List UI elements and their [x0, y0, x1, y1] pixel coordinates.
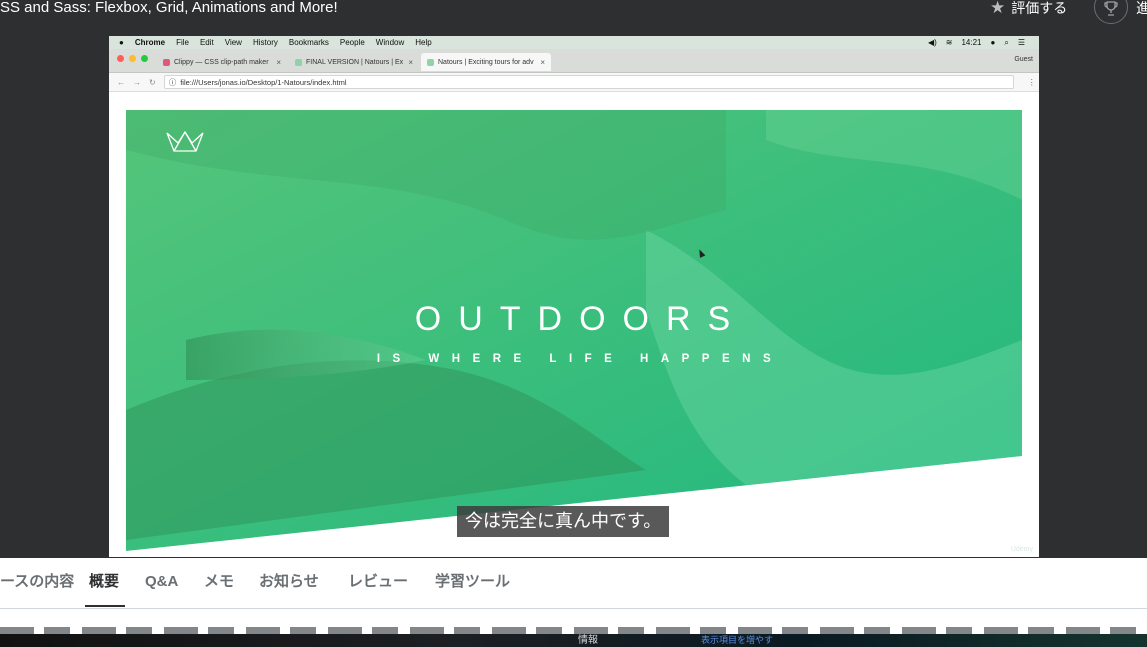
close-tab-icon: × — [276, 57, 281, 67]
zoom-window-icon — [141, 55, 148, 62]
menu-file: File — [176, 38, 189, 47]
browser-menu-icon: ⋮ — [1027, 77, 1036, 87]
reload-icon: ↻ — [149, 77, 156, 87]
menu-view: View — [224, 38, 242, 47]
course-tabs: ースの内容 概要 Q&A メモ お知らせ レビュー 学習ツール — [0, 558, 1147, 609]
progress-trophy-button[interactable] — [1094, 0, 1128, 24]
back-icon: ← — [117, 77, 125, 87]
menu-help: Help — [415, 38, 432, 47]
tab-reviews[interactable]: レビュー — [348, 572, 408, 592]
browser-tab-active: Natours | Exciting tours for adv × — [421, 53, 551, 71]
info-icon: ⓘ — [168, 77, 177, 87]
share-label[interactable]: 進 — [1136, 0, 1147, 16]
video-caption: 今は完全に真ん中です。 — [457, 506, 670, 537]
mac-menubar: ● Chrome File Edit View History Bookmark… — [109, 36, 1039, 49]
menu-window: Window — [375, 38, 405, 47]
screen-recording: ● Chrome File Edit View History Bookmark… — [109, 36, 1039, 557]
info-label: 情報 — [578, 635, 598, 646]
show-more-link[interactable]: 表示項目を増やす — [701, 634, 773, 646]
active-tab-indicator — [85, 605, 125, 607]
browser-toolbar: ← → ↻ ⓘ file:///Users/jonas.io/Desktop/1… — [109, 73, 1039, 92]
star-icon: ★ — [990, 0, 1006, 17]
rate-course-button[interactable]: ★ 評価する — [990, 0, 1067, 16]
close-window-icon — [117, 55, 124, 62]
address-url: file:///Users/jonas.io/Desktop/1-Natours… — [180, 77, 347, 87]
menu-app-name: Chrome — [134, 38, 166, 47]
browser-tab: FINAL VERSION | Natours | Ex × — [289, 53, 419, 71]
menu-history: History — [252, 38, 278, 47]
menubar-status: ◀) ≋ 14:21 ● ⌕ ☰ — [928, 38, 1039, 48]
overview-content — [0, 609, 1147, 634]
bottom-strip: 情報 表示項目を増やす — [0, 634, 1147, 647]
apple-icon: ● — [119, 38, 124, 47]
user-icon: ● — [990, 38, 996, 47]
natours-page: OUTDOORS IS WHERE LIFE HAPPENS — [109, 92, 1039, 557]
tab-learning-tools[interactable]: 学習ツール — [435, 572, 510, 592]
menu-edit: Edit — [199, 38, 214, 47]
volume-icon: ◀) — [927, 38, 937, 47]
menu-bookmarks: Bookmarks — [288, 38, 329, 47]
close-tab-icon: × — [540, 57, 545, 67]
clippy-favicon-icon — [163, 58, 170, 66]
hero-subtitle: IS WHERE LIFE HAPPENS — [376, 353, 784, 365]
natours-favicon-icon — [295, 58, 302, 66]
natours-favicon-icon — [427, 58, 434, 66]
browser-tabstrip: Clippy — CSS clip-path maker × FINAL VER… — [109, 49, 1039, 73]
tab-announcements[interactable]: お知らせ — [259, 572, 319, 592]
address-bar: ⓘ file:///Users/jonas.io/Desktop/1-Natou… — [163, 75, 1014, 89]
course-title: SS and Sass: Flexbox, Grid, Animations a… — [0, 0, 338, 16]
forward-icon: → — [133, 77, 141, 87]
trophy-icon — [1104, 1, 1118, 16]
overview-text-cut — [0, 627, 1147, 634]
spotlight-icon: ⌕ — [1004, 37, 1009, 47]
profile-guest: Guest — [1014, 56, 1033, 63]
list-icon: ☰ — [1017, 38, 1025, 47]
browser-tab: Clippy — CSS clip-path maker × — [157, 53, 287, 71]
wifi-icon: ≋ — [945, 38, 953, 47]
tab-overview[interactable]: 概要 — [89, 572, 119, 592]
natours-logo-icon — [166, 131, 204, 152]
tab-qa[interactable]: Q&A — [145, 572, 178, 592]
tab-notes[interactable]: メモ — [204, 572, 234, 592]
hero-section: OUTDOORS IS WHERE LIFE HAPPENS — [126, 110, 1022, 551]
hero-title: OUTDOORS — [414, 300, 748, 338]
window-controls — [117, 55, 148, 62]
minimize-window-icon — [129, 55, 136, 62]
course-header: SS and Sass: Flexbox, Grid, Animations a… — [0, 0, 1147, 36]
udemy-watermark: Udemy — [1010, 546, 1033, 553]
tab-course-content[interactable]: ースの内容 — [0, 572, 74, 592]
close-tab-icon: × — [408, 57, 413, 67]
menu-people: People — [339, 38, 365, 47]
menu-clock: 14:21 — [961, 38, 982, 47]
rate-label: 評価する — [1011, 0, 1068, 16]
